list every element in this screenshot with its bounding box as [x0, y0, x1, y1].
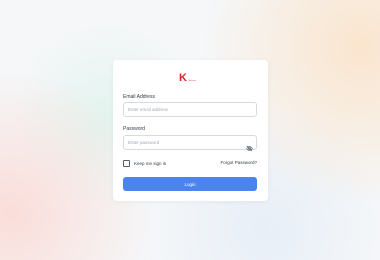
forgot-password-link[interactable]: Forgot Password? — [220, 160, 257, 166]
remember-me[interactable]: Keep me sign in — [123, 160, 166, 167]
brand-logo: K kalium — [179, 72, 196, 84]
eye-slash-icon[interactable] — [246, 139, 253, 152]
brand-logo-mark: K — [179, 72, 187, 84]
email-label: Email Address — [123, 94, 155, 100]
login-button[interactable]: Login — [123, 177, 257, 191]
remember-checkbox[interactable] — [123, 160, 130, 167]
login-card: K kalium Email Address Password Keep me … — [113, 60, 268, 201]
remember-label[interactable]: Keep me sign in — [134, 161, 166, 167]
password-label: Password — [123, 126, 145, 132]
password-field[interactable] — [123, 135, 257, 152]
password-input[interactable] — [128, 136, 246, 149]
brand-logo-text: kalium — [188, 80, 196, 82]
email-field[interactable] — [123, 102, 257, 117]
email-input[interactable] — [128, 103, 246, 116]
